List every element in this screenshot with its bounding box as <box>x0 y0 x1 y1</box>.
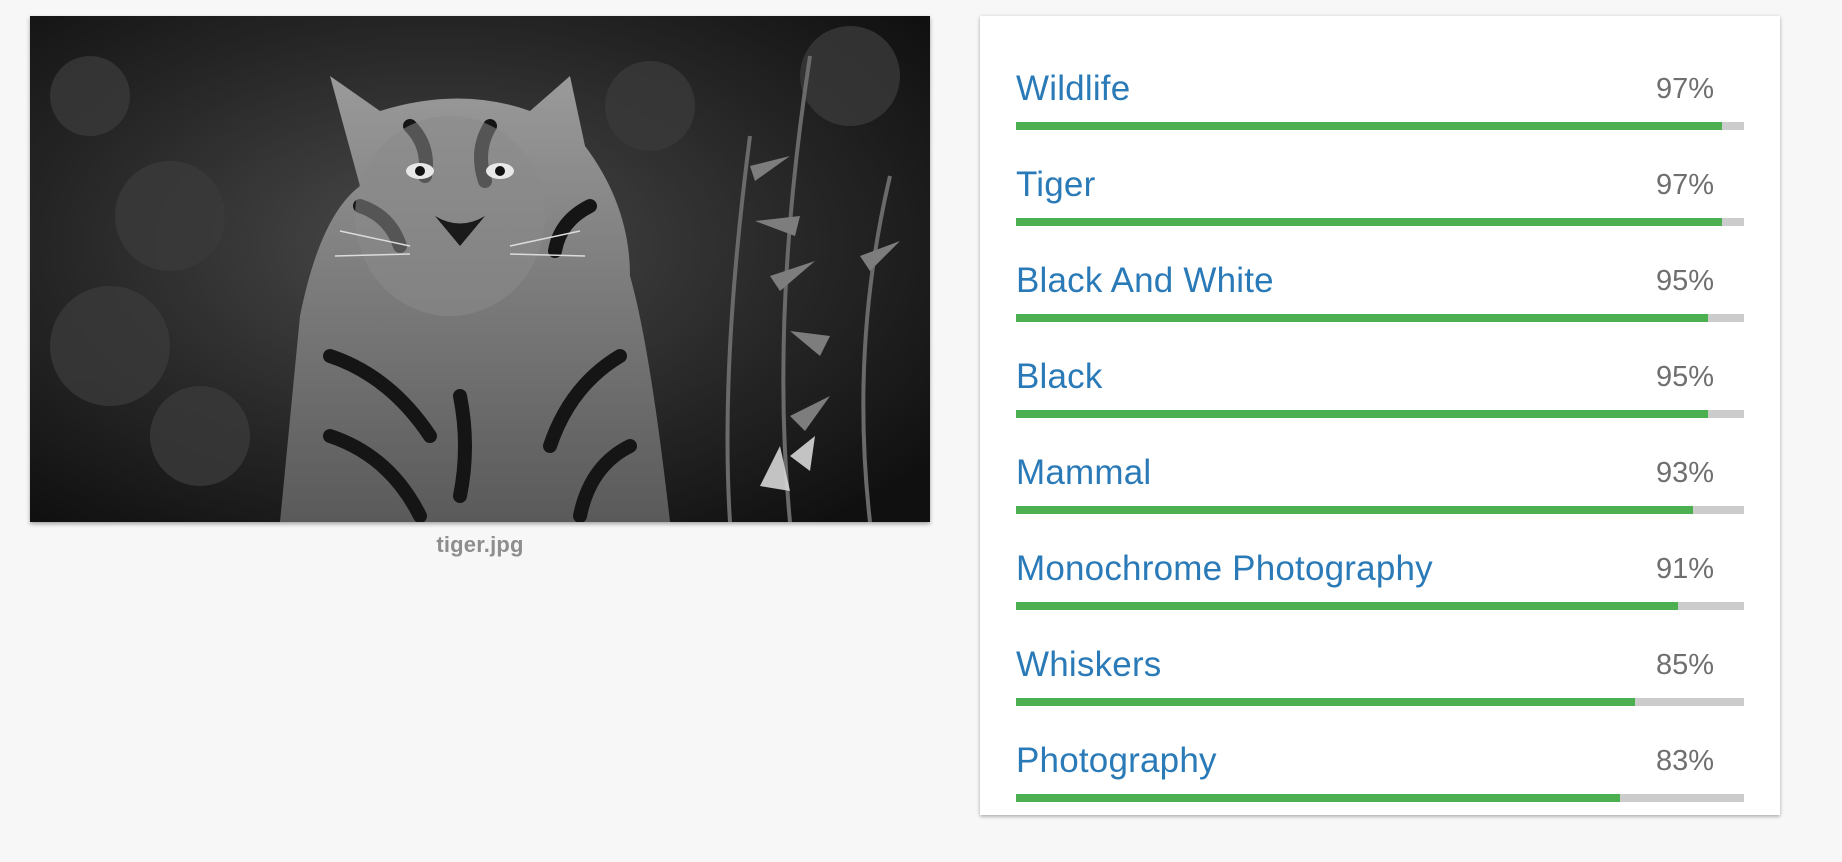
confidence-bar-fill <box>1016 602 1679 610</box>
label-percent: 97% <box>1655 168 1714 201</box>
confidence-bar-fill <box>1016 314 1708 322</box>
label-row: Monochrome Photography 91% <box>1016 546 1744 642</box>
label-row: Photography 83% <box>1016 738 1744 834</box>
confidence-bar-track <box>1016 698 1744 706</box>
label-header: Wildlife 97% <box>1016 66 1744 112</box>
label-header: Whiskers 85% <box>1016 642 1744 688</box>
label-name[interactable]: Photography <box>1016 741 1217 781</box>
label-row: Black And White 95% <box>1016 258 1744 354</box>
confidence-bar-track <box>1016 794 1744 802</box>
label-name[interactable]: Whiskers <box>1016 645 1162 685</box>
confidence-bar-track <box>1016 218 1744 226</box>
label-header: Black 95% <box>1016 354 1744 400</box>
confidence-bar-track <box>1016 506 1744 514</box>
confidence-bar-fill <box>1016 698 1635 706</box>
label-name[interactable]: Monochrome Photography <box>1016 549 1433 589</box>
tiger-photo <box>30 16 930 522</box>
label-name[interactable]: Mammal <box>1016 453 1151 493</box>
label-header: Photography 83% <box>1016 738 1744 784</box>
label-name[interactable]: Black <box>1016 357 1103 397</box>
label-percent: 91% <box>1655 552 1714 585</box>
label-percent: 95% <box>1655 360 1714 393</box>
confidence-bar-fill <box>1016 410 1708 418</box>
confidence-bar-fill <box>1016 506 1694 514</box>
label-percent: 83% <box>1655 744 1714 777</box>
label-percent: 85% <box>1655 648 1714 681</box>
confidence-bar-track <box>1016 410 1744 418</box>
label-header: Mammal 93% <box>1016 450 1744 496</box>
confidence-bar-track <box>1016 314 1744 322</box>
label-row: Tiger 97% <box>1016 162 1744 258</box>
label-percent: 97% <box>1655 72 1714 105</box>
label-row: Mammal 93% <box>1016 450 1744 546</box>
label-percent: 93% <box>1655 456 1714 489</box>
label-header: Black And White 95% <box>1016 258 1744 304</box>
confidence-bar-track <box>1016 602 1744 610</box>
confidence-bar-track <box>1016 122 1744 130</box>
image-filename: tiger.jpg <box>436 532 524 557</box>
label-name[interactable]: Wildlife <box>1016 69 1130 109</box>
label-row: Wildlife 97% <box>1016 66 1744 162</box>
label-header: Monochrome Photography 91% <box>1016 546 1744 592</box>
confidence-bar-fill <box>1016 794 1621 802</box>
label-header: Tiger 97% <box>1016 162 1744 208</box>
image-preview: tiger.jpg <box>30 16 930 558</box>
label-name[interactable]: Black And White <box>1016 261 1274 301</box>
confidence-bar-fill <box>1016 218 1723 226</box>
label-row: Whiskers 85% <box>1016 642 1744 738</box>
label-percent: 95% <box>1655 264 1714 297</box>
labels-card: Wildlife 97% Tiger 97% Black And White 95% Bla… <box>980 16 1780 815</box>
label-name[interactable]: Tiger <box>1016 165 1095 205</box>
label-row: Black 95% <box>1016 354 1744 450</box>
confidence-bar-fill <box>1016 122 1723 130</box>
